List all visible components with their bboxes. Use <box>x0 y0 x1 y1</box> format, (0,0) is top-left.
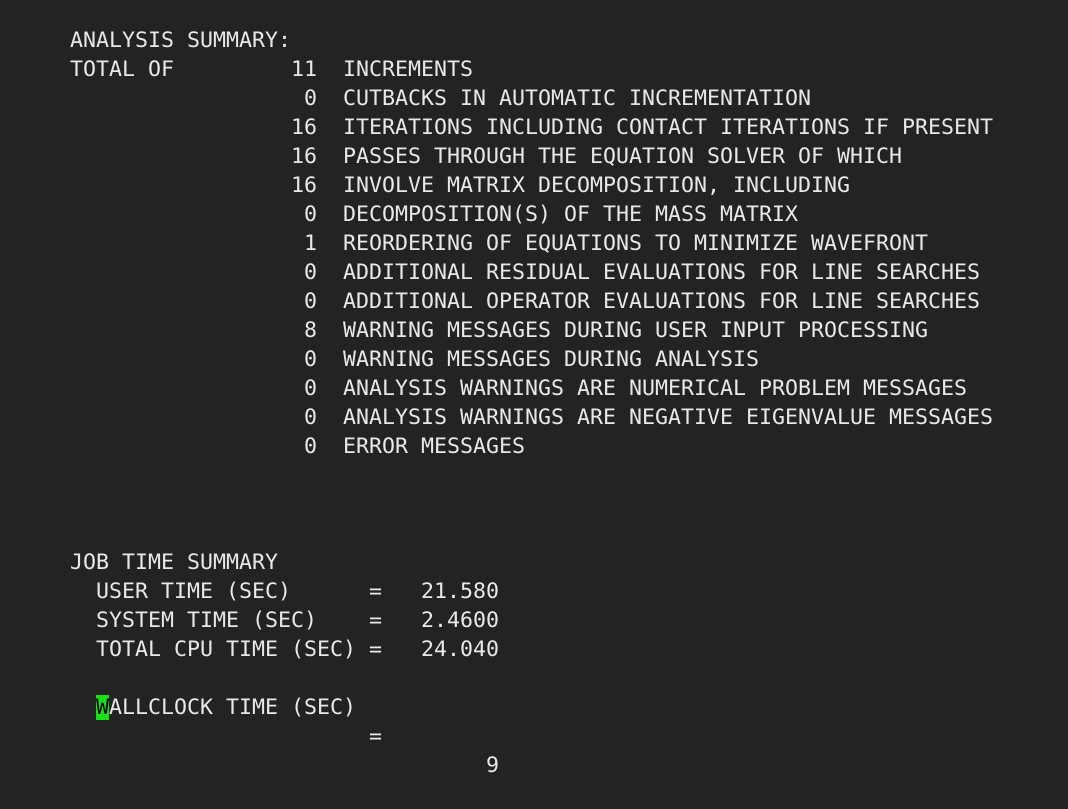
analysis-row: 0 ANALYSIS WARNINGS ARE NUMERICAL PROBLEM… <box>70 374 1068 403</box>
analysis-row: 16 PASSES THROUGH THE EQUATION SOLVER OF … <box>70 142 1068 171</box>
analysis-row-count: 1 <box>303 231 317 256</box>
job-time-label: USER TIME (SEC) <box>96 579 292 604</box>
analysis-row-text: ADDITIONAL OPERATOR EVALUATIONS FOR LINE… <box>343 289 981 314</box>
analysis-row-count: 0 <box>303 289 317 314</box>
wallclock-time-label: WALLCLOCK TIME (SEC) <box>96 693 356 722</box>
wallclock-time-value: 9 <box>485 753 499 778</box>
analysis-row: 0 DECOMPOSITION(S) OF THE MASS MATRIX <box>70 200 1068 229</box>
analysis-row: 0 CUTBACKS IN AUTOMATIC INCREMENTATION <box>70 84 1068 113</box>
terminal-output[interactable]: ANALYSIS SUMMARY: TOTAL OF 11 INCREMENTS 0 C… <box>70 26 1068 778</box>
analysis-row-text: REORDERING OF EQUATIONS TO MINIMIZE WAVE… <box>343 231 929 256</box>
analysis-row-text: ITERATIONS INCLUDING CONTACT ITERATIONS … <box>343 115 994 140</box>
wallclock-label-text: ALLCLOCK TIME (SEC) <box>109 695 357 720</box>
equals-sign: = <box>369 724 383 749</box>
analysis-row: 0 ADDITIONAL OPERATOR EVALUATIONS FOR LIN… <box>70 287 1068 316</box>
analysis-row-text: WARNING MESSAGES DURING ANALYSIS <box>343 347 760 372</box>
analysis-row-count: 16 <box>290 144 317 169</box>
analysis-row: 16 INVOLVE MATRIX DECOMPOSITION, INCLUDIN… <box>70 171 1068 200</box>
analysis-row-text: ERROR MESSAGES <box>343 434 526 459</box>
job-time-summary-title: JOB TIME SUMMARY <box>70 550 279 575</box>
job-time-value: 21.580 <box>420 579 499 604</box>
analysis-row: TOTAL OF 11 INCREMENTS <box>70 55 1068 84</box>
analysis-row-count: 0 <box>303 376 317 401</box>
analysis-summary-title: ANALYSIS SUMMARY: <box>70 28 292 53</box>
analysis-row-count: 0 <box>303 86 317 111</box>
analysis-row: 0 ANALYSIS WARNINGS ARE NEGATIVE EIGENVAL… <box>70 403 1068 432</box>
analysis-row-text: ADDITIONAL RESIDUAL EVALUATIONS FOR LINE… <box>343 260 981 285</box>
analysis-row-text: INVOLVE MATRIX DECOMPOSITION, INCLUDING <box>343 173 851 198</box>
analysis-row-count: 0 <box>303 405 317 430</box>
job-time-value: 24.040 <box>420 637 499 662</box>
analysis-row-text: INCREMENTS <box>343 57 474 82</box>
analysis-summary-rows: TOTAL OF 11 INCREMENTS 0 CUTBACKS IN AUTOMAT… <box>70 55 1068 461</box>
job-time-label: SYSTEM TIME (SEC) <box>96 608 318 633</box>
analysis-row-text: DECOMPOSITION(S) OF THE MASS MATRIX <box>343 202 799 227</box>
analysis-row-text: ANALYSIS WARNINGS ARE NEGATIVE EIGENVALU… <box>343 405 994 430</box>
analysis-row: 0 WARNING MESSAGES DURING ANALYSIS <box>70 345 1068 374</box>
analysis-row-count: 0 <box>303 202 317 227</box>
analysis-row-count: 11 <box>290 57 317 82</box>
job-time-label: TOTAL CPU TIME (SEC) <box>96 637 357 662</box>
analysis-row: 0 ERROR MESSAGES <box>70 432 1068 461</box>
terminal-window: { "analysis": { "title": "ANALYSIS SUMMA… <box>0 0 1068 778</box>
analysis-row-text: PASSES THROUGH THE EQUATION SOLVER OF WH… <box>343 144 903 169</box>
equals-sign: = <box>369 637 383 662</box>
analysis-row: 1 REORDERING OF EQUATIONS TO MINIMIZE WAV… <box>70 229 1068 258</box>
analysis-row-count: 8 <box>303 318 317 343</box>
job-time-rows: USER TIME (SEC) = 21.580 SYSTEM TIME (SEC) =… <box>70 577 1068 664</box>
analysis-row-count: 16 <box>290 173 317 198</box>
equals-sign: = <box>369 608 383 633</box>
analysis-row: 0 ADDITIONAL RESIDUAL EVALUATIONS FOR LIN… <box>70 258 1068 287</box>
analysis-row-text: CUTBACKS IN AUTOMATIC INCREMENTATION <box>343 86 812 111</box>
analysis-row-count: 0 <box>303 347 317 372</box>
job-time-row: USER TIME (SEC) = 21.580 <box>70 577 1068 606</box>
analysis-row-text: WARNING MESSAGES DURING USER INPUT PROCE… <box>343 318 929 343</box>
job-time-value: 2.4600 <box>420 608 499 633</box>
analysis-row-count: 0 <box>303 260 317 285</box>
job-time-row: TOTAL CPU TIME (SEC) = 24.040 <box>70 635 1068 664</box>
terminal-cursor: W <box>96 695 110 720</box>
analysis-row-count: 16 <box>290 115 317 140</box>
job-time-row: SYSTEM TIME (SEC) = 2.4600 <box>70 606 1068 635</box>
analysis-row-count: 0 <box>303 434 317 459</box>
equals-sign: = <box>369 579 383 604</box>
wallclock-time-row: WALLCLOCK TIME (SEC) = 9 <box>70 664 1068 778</box>
analysis-row-text: ANALYSIS WARNINGS ARE NUMERICAL PROBLEM … <box>343 376 968 401</box>
analysis-row: 8 WARNING MESSAGES DURING USER INPUT PROC… <box>70 316 1068 345</box>
analysis-row: 16 ITERATIONS INCLUDING CONTACT ITERATION… <box>70 113 1068 142</box>
